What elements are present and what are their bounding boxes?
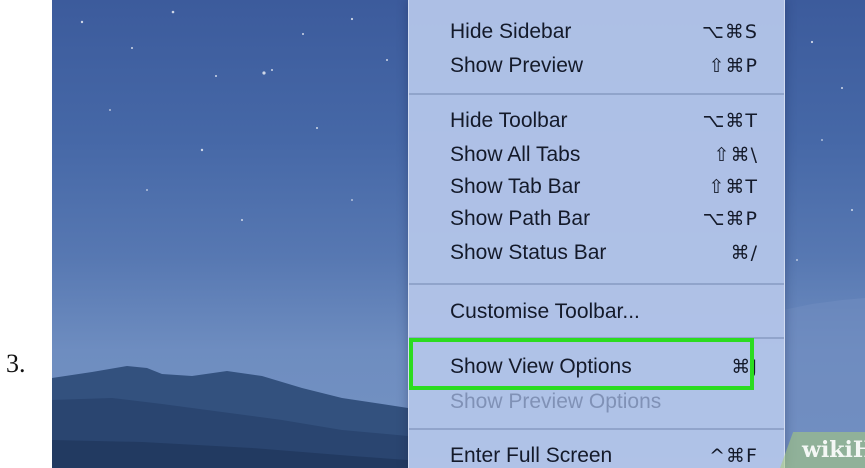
menu-item-show-preview-options: Show Preview Options <box>409 387 784 417</box>
shortcut-label: ⌥⌘S <box>702 21 758 43</box>
shortcut-label: ^⌘F <box>709 445 758 467</box>
shortcut-label: ⌥⌘T <box>702 110 758 132</box>
menu-item-label: Show Tab Bar <box>450 175 581 198</box>
shortcut-label: ⇧⌘\ <box>713 144 758 166</box>
shortcut-label: ⇧⌘T <box>708 176 758 198</box>
desktop-wallpaper: Hide Sidebar ⌥⌘S Show Preview ⇧⌘P Hide T… <box>52 0 865 468</box>
menu-item-show-status-bar[interactable]: Show Status Bar ⌘/ <box>409 238 784 268</box>
menu-item-label: Show Preview Options <box>450 390 662 413</box>
menu-item-customise-toolbar[interactable]: Customise Toolbar... <box>409 297 784 327</box>
shortcut-label: ⌘/ <box>730 242 758 264</box>
menu-item-label: Show All Tabs <box>450 143 581 166</box>
menu-item-label: Hide Toolbar <box>450 109 568 132</box>
menu-item-label: Show Status Bar <box>450 241 607 264</box>
menu-item-label: Show Path Bar <box>450 207 591 230</box>
menu-separator <box>409 428 784 430</box>
menu-item-label: Customise Toolbar... <box>450 300 640 323</box>
menu-item-show-preview[interactable]: Show Preview ⇧⌘P <box>409 51 784 81</box>
menu-item-enter-full-screen[interactable]: Enter Full Screen ^⌘F <box>409 441 784 468</box>
shortcut-label: ⌥⌘P <box>702 208 758 230</box>
menu-item-label: Enter Full Screen <box>450 444 613 467</box>
menu-item-show-path-bar[interactable]: Show Path Bar ⌥⌘P <box>409 204 784 234</box>
highlight-box <box>409 338 754 390</box>
watermark-logo: wikiHow <box>802 437 865 463</box>
view-menu: Hide Sidebar ⌥⌘S Show Preview ⇧⌘P Hide T… <box>408 0 785 468</box>
menu-item-show-tab-bar[interactable]: Show Tab Bar ⇧⌘T <box>409 172 784 202</box>
menu-item-hide-sidebar[interactable]: Hide Sidebar ⌥⌘S <box>409 17 784 47</box>
menu-item-hide-toolbar[interactable]: Hide Toolbar ⌥⌘T <box>409 106 784 136</box>
menu-item-label: Hide Sidebar <box>450 20 572 43</box>
menu-separator <box>409 283 784 285</box>
menu-separator <box>409 93 784 95</box>
step-number: 3. <box>6 349 26 378</box>
menu-item-show-all-tabs[interactable]: Show All Tabs ⇧⌘\ <box>409 140 784 170</box>
menu-item-label: Show Preview <box>450 54 584 77</box>
shortcut-label: ⇧⌘P <box>708 55 758 77</box>
